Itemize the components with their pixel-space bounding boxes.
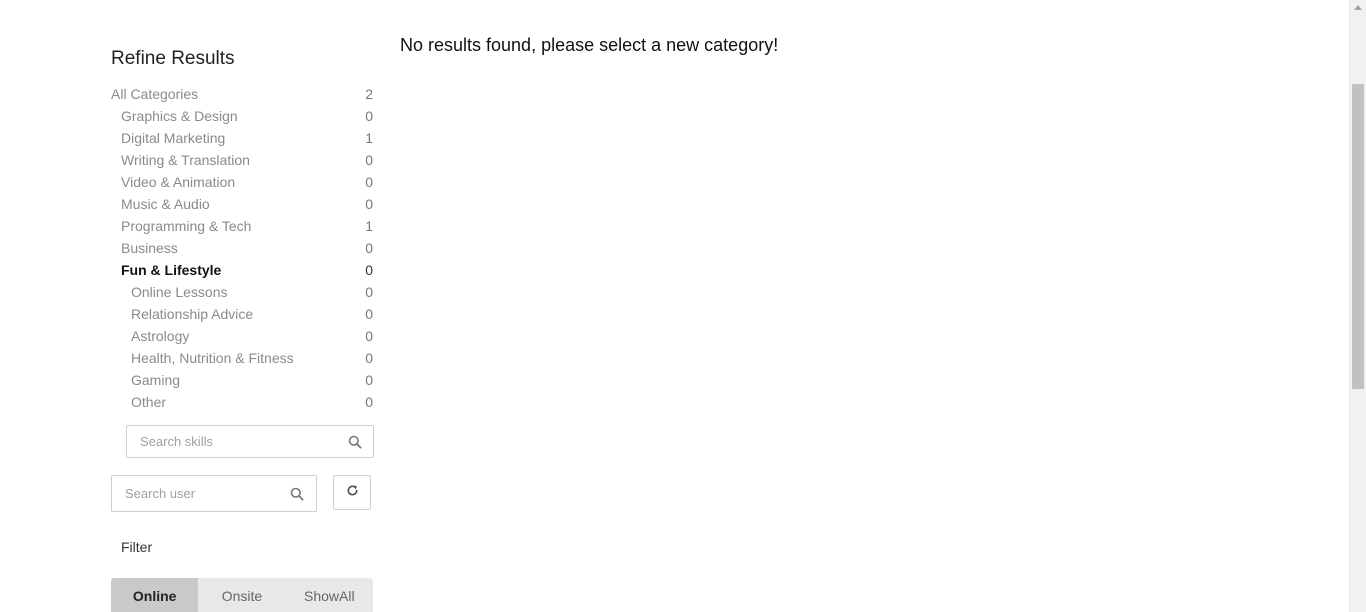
filter-showall-button[interactable]: ShowAll [286, 578, 373, 612]
refresh-button[interactable] [333, 475, 371, 510]
category-count: 0 [365, 394, 373, 410]
category-label: Graphics & Design [121, 108, 238, 124]
category-video-animation[interactable]: Video & Animation 0 [111, 171, 373, 193]
user-search-box [111, 475, 317, 512]
category-fun-lifestyle[interactable]: Fun & Lifestyle 0 [111, 259, 373, 281]
user-search-input[interactable] [112, 476, 276, 511]
category-label: Health, Nutrition & Fitness [131, 350, 294, 366]
category-digital-marketing[interactable]: Digital Marketing 1 [111, 127, 373, 149]
scroll-up-arrow-icon[interactable] [1354, 5, 1362, 10]
category-count: 0 [365, 196, 373, 212]
category-label: Music & Audio [121, 196, 210, 212]
category-count: 1 [365, 218, 373, 234]
category-count: 0 [365, 328, 373, 344]
category-count: 0 [365, 174, 373, 190]
subcategory-relationship-advice[interactable]: Relationship Advice 0 [111, 303, 373, 325]
category-music-audio[interactable]: Music & Audio 0 [111, 193, 373, 215]
category-count: 0 [365, 350, 373, 366]
refresh-icon [346, 484, 359, 502]
category-business[interactable]: Business 0 [111, 237, 373, 259]
search-icon[interactable] [348, 435, 362, 449]
category-count: 0 [365, 152, 373, 168]
category-writing-translation[interactable]: Writing & Translation 0 [111, 149, 373, 171]
filter-onsite-button[interactable]: Onsite [198, 578, 285, 612]
skills-search-input[interactable] [127, 426, 324, 457]
category-count: 0 [365, 108, 373, 124]
subcategory-online-lessons[interactable]: Online Lessons 0 [111, 281, 373, 303]
page: Refine Results All Categories 2 Graphics… [0, 0, 1366, 612]
category-label: Fun & Lifestyle [121, 262, 222, 278]
category-label: Astrology [131, 328, 190, 344]
filter-online-button[interactable]: Online [111, 578, 199, 612]
category-count: 0 [365, 262, 373, 278]
subcategory-astrology[interactable]: Astrology 0 [111, 325, 373, 347]
category-count: 0 [365, 240, 373, 256]
category-label: Online Lessons [131, 284, 228, 300]
category-label: Other [131, 394, 167, 410]
category-label: Programming & Tech [121, 218, 252, 234]
category-count: 0 [365, 284, 373, 300]
category-label: Video & Animation [121, 174, 236, 190]
category-count: 1 [365, 130, 373, 146]
scroll-thumb[interactable] [1352, 84, 1364, 389]
category-graphics-design[interactable]: Graphics & Design 0 [111, 105, 373, 127]
category-programming-tech[interactable]: Programming & Tech 1 [111, 215, 373, 237]
category-list: All Categories 2 Graphics & Design 0 Dig… [111, 83, 373, 413]
filter-label: Filter [121, 539, 153, 555]
no-results-message: No results found, please select a new ca… [400, 35, 779, 55]
vertical-scrollbar[interactable] [1349, 0, 1366, 612]
category-label: Writing & Translation [121, 152, 250, 168]
subcategory-other[interactable]: Other 0 [111, 391, 373, 413]
category-all[interactable]: All Categories 2 [111, 83, 373, 105]
category-label: All Categories [111, 86, 199, 102]
filter-toggle-group: Online Onsite ShowAll [111, 578, 373, 612]
category-label: Relationship Advice [131, 306, 254, 322]
skills-search-box [126, 425, 374, 458]
subcategory-health-nutrition-fitness[interactable]: Health, Nutrition & Fitness 0 [111, 347, 373, 369]
category-label: Digital Marketing [121, 130, 226, 146]
category-label: Gaming [131, 372, 181, 388]
category-count: 0 [365, 372, 373, 388]
category-label: Business [121, 240, 178, 256]
category-count: 2 [365, 86, 373, 102]
refine-results-title: Refine Results [111, 48, 235, 69]
category-count: 0 [365, 306, 373, 322]
search-icon[interactable] [290, 487, 304, 501]
subcategory-gaming[interactable]: Gaming 0 [111, 369, 373, 391]
